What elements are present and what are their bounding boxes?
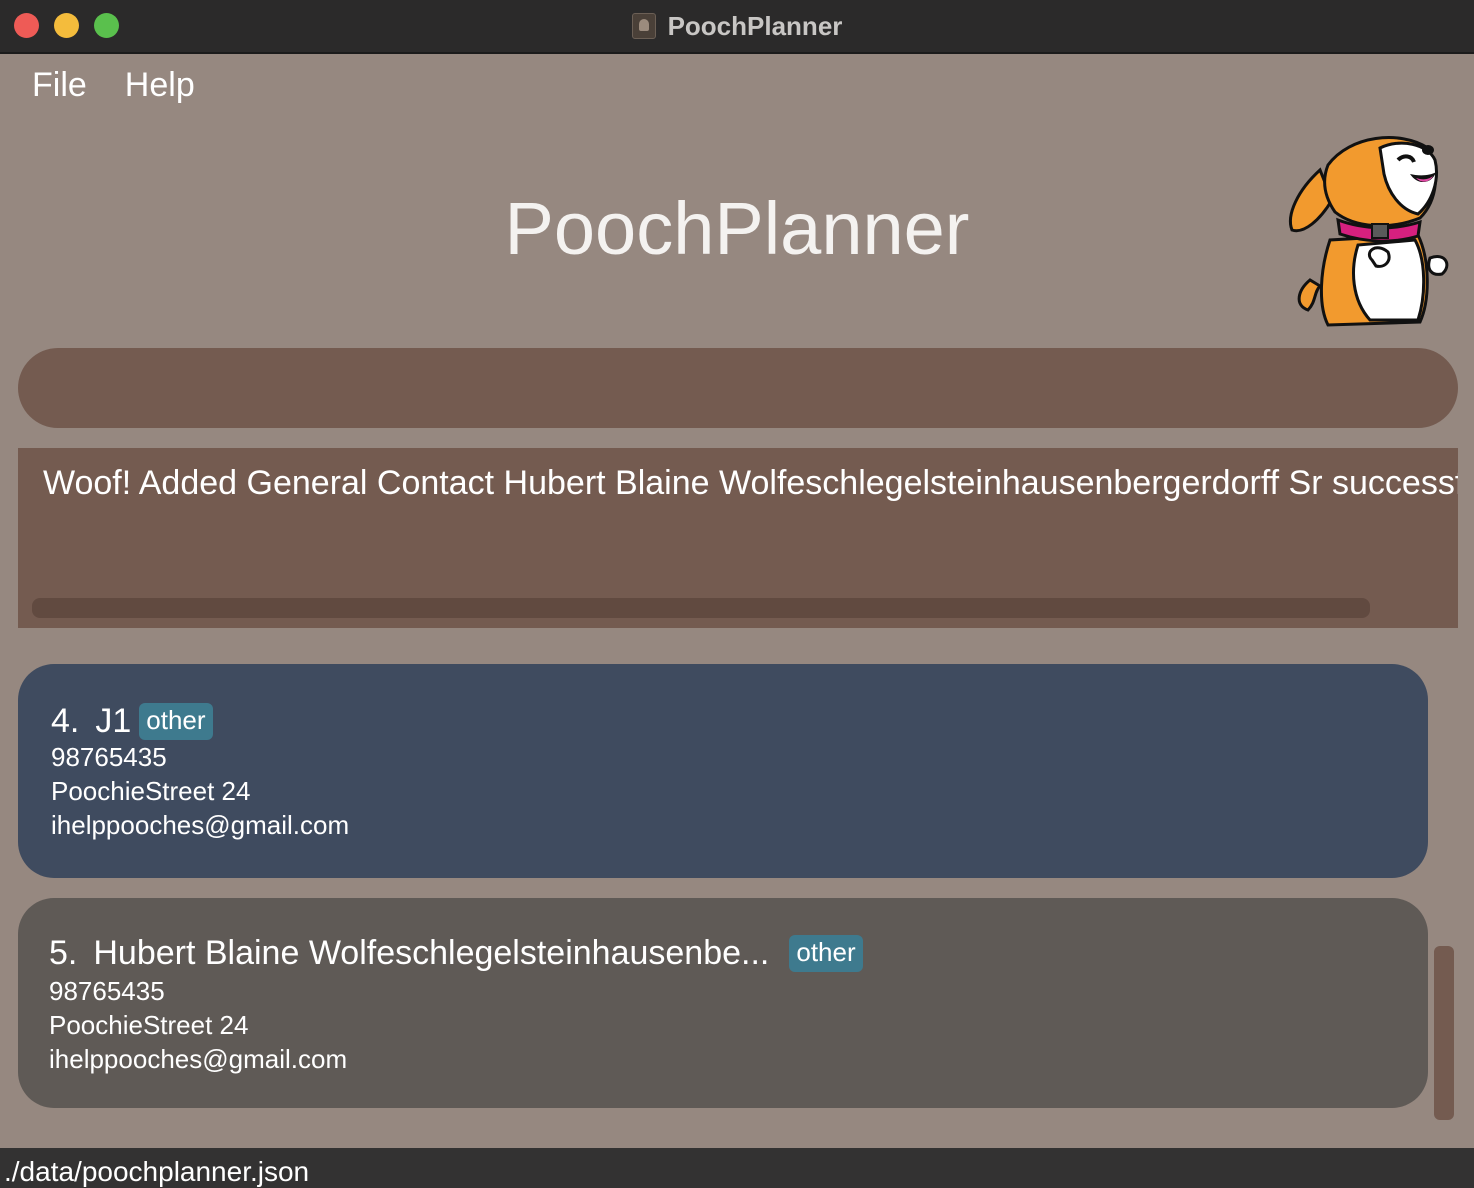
- menu-bar: File Help: [32, 66, 195, 105]
- menu-help[interactable]: Help: [125, 66, 195, 105]
- contact-email: ihelppooches@gmail.com: [51, 810, 350, 840]
- app-icon: [631, 13, 656, 39]
- contact-tag: other: [789, 935, 863, 972]
- page-title: PoochPlanner: [504, 187, 970, 270]
- contact-list-scrollbar[interactable]: [1434, 946, 1454, 1120]
- app-window: PoochPlanner File Help PoochPlanner Woof: [0, 0, 1474, 1188]
- window-title: PoochPlanner: [667, 10, 843, 41]
- window-title-group: PoochPlanner: [0, 0, 1474, 52]
- contact-card-header: 5. Hubert Blaine Wolfeschlegelsteinhause…: [49, 934, 863, 973]
- contact-email: ihelppooches@gmail.com: [49, 1044, 348, 1074]
- contact-address: PoochieStreet 24: [49, 1010, 249, 1040]
- result-display[interactable]: Woof! Added General Contact Hubert Blain…: [18, 448, 1458, 628]
- data-file-path: ./data/poochplanner.json: [4, 1156, 310, 1187]
- contact-name: Hubert Blaine Wolfeschlegelsteinhausenbe…: [93, 934, 770, 972]
- contact-card[interactable]: 5. Hubert Blaine Wolfeschlegelsteinhause…: [18, 898, 1428, 1108]
- command-input[interactable]: [18, 348, 1458, 428]
- contact-phone: 98765435: [51, 742, 167, 772]
- dog-mascot-icon: [1289, 136, 1449, 327]
- contact-card-header: 4. J1 other: [51, 702, 213, 741]
- result-message: Woof! Added General Contact Hubert Blain…: [43, 464, 1458, 502]
- contact-phone: 98765435: [49, 976, 165, 1006]
- contact-name: J1: [95, 702, 132, 740]
- status-bar: ./data/poochplanner.json: [0, 1148, 1474, 1188]
- result-horizontal-scrollbar[interactable]: [32, 598, 1370, 618]
- contact-index: 5.: [49, 934, 78, 972]
- contact-card[interactable]: 4. J1 other 98765435 PoochieStreet 24 ih…: [18, 664, 1428, 878]
- title-bar: PoochPlanner: [0, 0, 1474, 54]
- contact-tag: other: [139, 703, 213, 740]
- menu-file[interactable]: File: [32, 66, 87, 105]
- contact-address: PoochieStreet 24: [51, 776, 251, 806]
- contact-index: 4.: [51, 702, 80, 740]
